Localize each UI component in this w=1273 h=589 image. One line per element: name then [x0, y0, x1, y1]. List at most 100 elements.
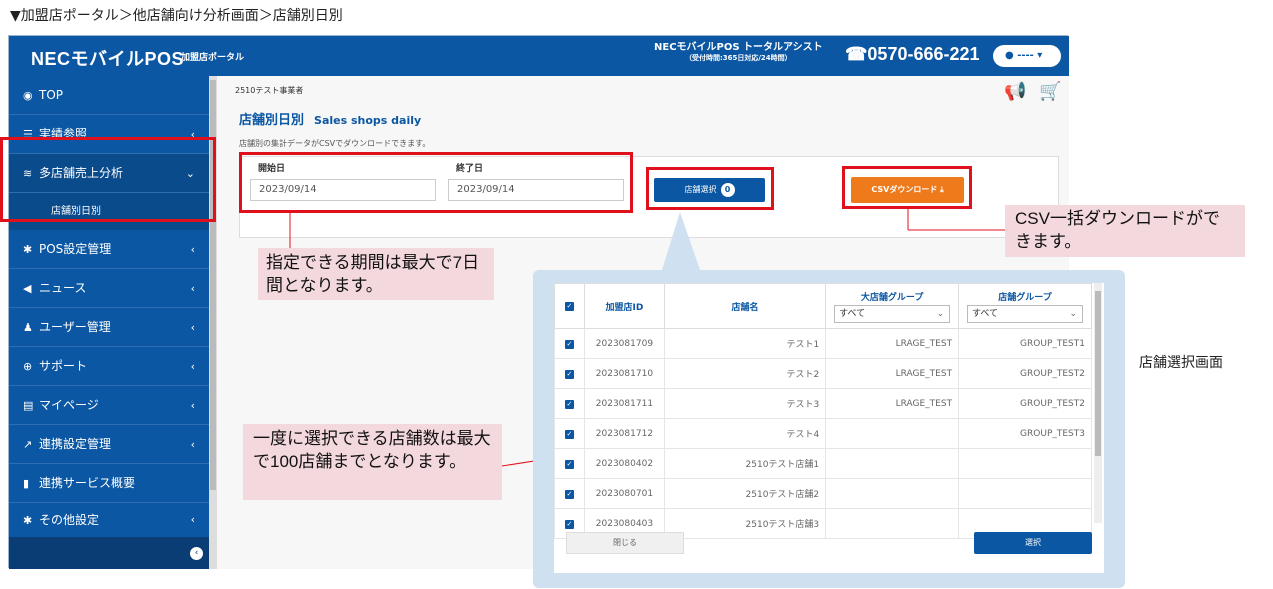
cell-store-name: 2510テスト店舗3	[663, 508, 827, 539]
support-icon: ⊕	[23, 360, 33, 373]
checkbox-checked-icon: ✓	[564, 302, 574, 311]
sidebar-item-user-management[interactable]: ♟ ユーザー管理 ‹	[9, 308, 209, 347]
cart-icon[interactable]: 🛒	[1039, 81, 1061, 102]
sidebar-item-label: ユーザー管理	[39, 320, 111, 334]
store-table: ✓ 加盟店ID 店舗名 大店舗グループ すべて ⌄ 店舗グループ すべて ⌄ ✓ 2023…	[554, 283, 1092, 539]
filter-value: すべて	[839, 308, 866, 319]
cell-large-group: LRAGE_TEST	[825, 388, 960, 419]
cell-group: GROUP_TEST1	[958, 328, 1092, 359]
callout-store-limit: 一度に選択できる店舗数は最大で100店舗までとなります。	[243, 424, 502, 500]
col-header-group: 店舗グループ すべて ⌄	[958, 283, 1092, 329]
cell-store-name: 2510テスト店舗1	[663, 448, 827, 479]
checkbox-checked-icon: ✓	[564, 429, 574, 439]
cell-group	[958, 448, 1092, 479]
cell-large-group: LRAGE_TEST	[825, 358, 960, 389]
select-button[interactable]: 選択	[974, 532, 1092, 554]
sidebar-item-label: サポート	[39, 359, 88, 373]
sidebar-item-label: その他設定	[39, 513, 100, 527]
cell-store-id: 2023081710	[583, 358, 665, 389]
row-checkbox[interactable]: ✓	[554, 448, 585, 479]
col-label: 店舗グループ	[998, 292, 1052, 303]
sidebar-item-integration-settings[interactable]: ↗ 連携設定管理 ‹	[9, 425, 209, 464]
cell-store-id: 2023081711	[583, 388, 665, 419]
user-plus-icon: ♟	[23, 321, 33, 334]
page-title: 店舗別日別 Sales shops daily	[239, 109, 421, 128]
scrollbar-thumb[interactable]	[1095, 291, 1101, 456]
user-menu[interactable]: ● ---- ▾	[993, 45, 1061, 67]
cell-store-id: 2023081712	[583, 418, 665, 449]
book-icon: ▮	[23, 477, 30, 490]
table-row[interactable]: ✓ 2023081712 テスト4 GROUP_TEST3	[554, 418, 1092, 449]
chevron-left-icon: ‹	[190, 438, 195, 451]
cell-store-name: テスト2	[663, 358, 827, 389]
row-checkbox[interactable]: ✓	[554, 358, 585, 389]
col-header-store-name[interactable]: 店舗名	[663, 283, 827, 329]
sidebar-item-integration-overview[interactable]: ▮ 連携サービス概要	[9, 464, 209, 503]
select-all-checkbox[interactable]: ✓	[554, 283, 585, 329]
megaphone-icon: ◀	[23, 282, 32, 295]
chevron-left-icon: ‹	[190, 243, 195, 256]
chevron-left-icon: ‹	[190, 282, 195, 295]
assist-info: NECモバイルPOS トータルアシスト （受付時間:365日対応/24時間）	[654, 42, 823, 64]
sidebar-item-top[interactable]: ◉ TOP	[9, 76, 209, 115]
sidebar-item-pos-settings[interactable]: ✱ POS設定管理 ‹	[9, 230, 209, 269]
side-note: 店舗選択画面	[1139, 355, 1223, 371]
breadcrumb: 2510テスト事業者	[235, 86, 304, 95]
table-row[interactable]: ✓ 2023080402 2510テスト店舗1	[554, 448, 1092, 479]
row-checkbox[interactable]: ✓	[554, 328, 585, 359]
page-caption: ▼加盟店ポータル＞他店舗向け分析画面＞店舗別日別	[10, 8, 343, 24]
cell-store-id: 2023081709	[583, 328, 665, 359]
table-row[interactable]: ✓ 2023080701 2510テスト店舗2	[554, 478, 1092, 509]
cell-group: GROUP_TEST2	[958, 388, 1092, 419]
page-title-en: Sales shops daily	[314, 114, 422, 127]
sidebar-item-news[interactable]: ◀ ニュース ‹	[9, 269, 209, 308]
row-checkbox[interactable]: ✓	[554, 478, 585, 509]
cell-large-group	[825, 478, 960, 509]
checkbox-checked-icon: ✓	[564, 339, 574, 349]
cell-large-group	[825, 418, 960, 449]
sidebar-item-label: POS設定管理	[39, 242, 112, 256]
callout-csv-bulk: CSV一括ダウンロードができます。	[1005, 205, 1245, 257]
large-group-filter-select[interactable]: すべて ⌄	[834, 304, 951, 323]
col-header-store-id[interactable]: 加盟店ID	[583, 283, 665, 329]
group-filter-select[interactable]: すべて ⌄	[967, 304, 1084, 323]
cell-store-id: 2023080402	[583, 448, 665, 479]
chevron-left-icon: ‹	[190, 321, 195, 334]
close-button[interactable]: 閉じる	[566, 532, 684, 554]
col-header-large-group: 大店舗グループ すべて ⌄	[825, 283, 960, 329]
chevron-down-icon: ⌄	[1069, 308, 1078, 319]
cell-store-name: テスト1	[663, 328, 827, 359]
table-row[interactable]: ✓ 2023081711 テスト3 LRAGE_TEST GROUP_TEST2	[554, 388, 1092, 419]
sidebar-item-label: 連携設定管理	[39, 437, 112, 451]
cell-large-group	[825, 508, 960, 539]
table-row[interactable]: ✓ 2023081710 テスト2 LRAGE_TEST GROUP_TEST2	[554, 358, 1092, 389]
highlight-sidebar	[0, 137, 216, 222]
checkbox-checked-icon: ✓	[564, 459, 574, 469]
cell-group	[958, 478, 1092, 509]
dashboard-icon: ◉	[23, 89, 33, 102]
collapse-sidebar-icon[interactable]: ‹	[190, 547, 203, 560]
sidebar-item-support[interactable]: ⊕ サポート ‹	[9, 347, 209, 386]
sidebar-item-mypage[interactable]: ▤ マイページ ‹	[9, 386, 209, 425]
sidebar-item-label: 連携サービス概要	[39, 476, 136, 490]
highlight-csv	[842, 166, 972, 209]
id-card-icon: ▤	[23, 399, 34, 412]
brand-logo[interactable]: NECモバイルPOS	[31, 45, 184, 71]
page-description: 店舗別の集計データがCSVでダウンロードできます。	[239, 139, 431, 148]
sidebar-item-other-settings[interactable]: ✱ その他設定 ‹	[9, 503, 209, 537]
gear-icon: ✱	[23, 514, 33, 527]
announcement-icon[interactable]: 📢	[1004, 81, 1026, 102]
table-row[interactable]: ✓ 2023081709 テスト1 LRAGE_TEST GROUP_TEST1	[554, 328, 1092, 359]
checkbox-checked-icon: ✓	[564, 489, 574, 499]
phone-number: 0570-666-221	[867, 44, 980, 64]
cell-large-group	[825, 448, 960, 479]
cell-store-name: テスト3	[663, 388, 827, 419]
sidebar-footer: ‹	[9, 537, 209, 569]
modal-scrollbar[interactable]	[1094, 283, 1102, 523]
gear-icon: ✱	[23, 243, 33, 256]
row-checkbox[interactable]: ✓	[554, 418, 585, 449]
cell-large-group: LRAGE_TEST	[825, 328, 960, 359]
row-checkbox[interactable]: ✓	[554, 388, 585, 419]
cell-store-name: テスト4	[663, 418, 827, 449]
chevron-left-icon: ‹	[190, 513, 195, 526]
